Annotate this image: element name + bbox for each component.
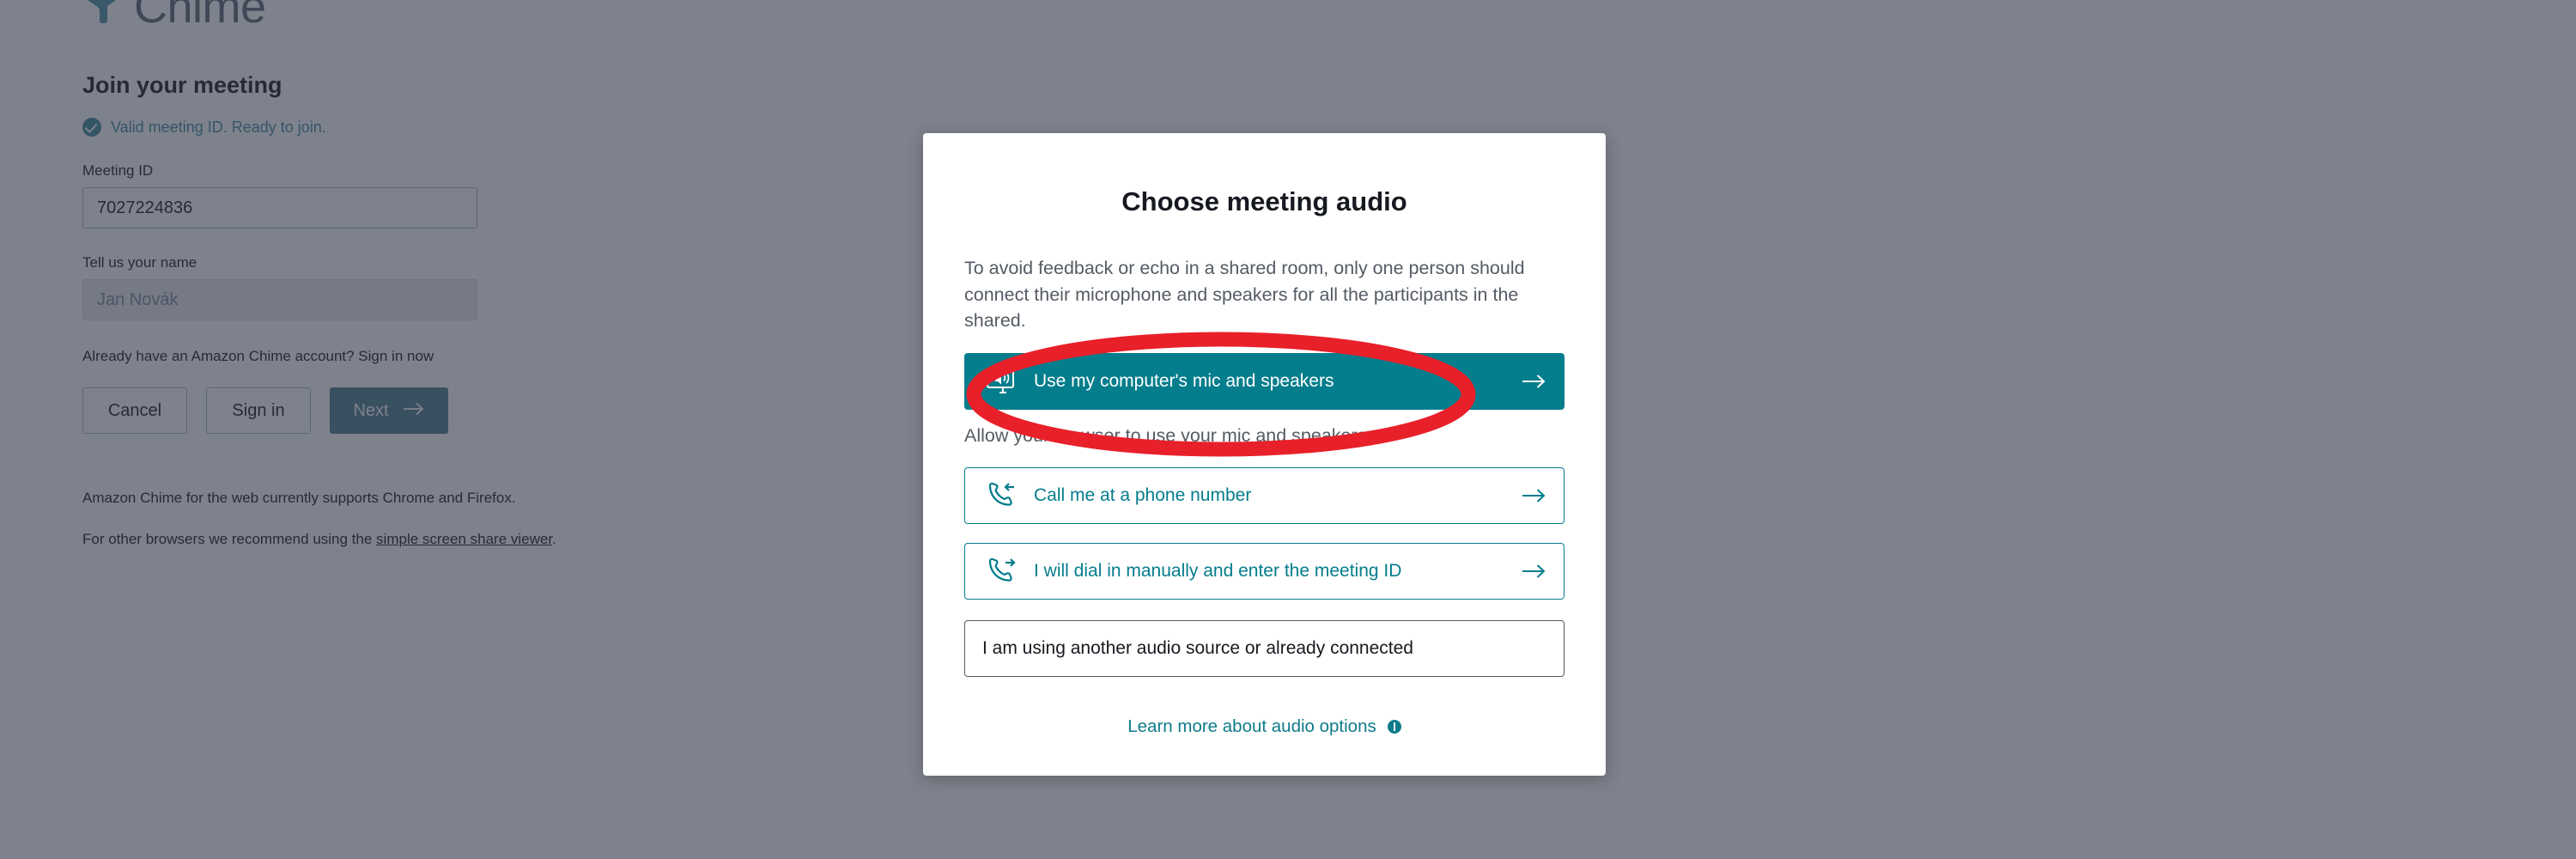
arrow-right-icon [1521, 564, 1546, 579]
phone-incoming-icon [982, 482, 1020, 509]
dialog-title: Choose meeting audio [1121, 186, 1407, 216]
learn-more-link[interactable]: Learn more about audio options [964, 716, 1564, 737]
allow-browser-text: Allow your browser to use your mic and s… [964, 424, 1367, 446]
dial-in-button[interactable]: I will dial in manually and enter the me… [964, 542, 1564, 600]
other-audio-source-label: I am using another audio source or alrea… [982, 637, 1413, 658]
call-me-button[interactable]: Call me at a phone number [964, 466, 1564, 524]
dial-in-label: I will dial in manually and enter the me… [1034, 560, 1402, 581]
other-audio-source-button[interactable]: I am using another audio source or alrea… [964, 619, 1564, 677]
arrow-right-icon [1521, 374, 1546, 389]
arrow-right-icon [1521, 488, 1546, 503]
info-icon [1387, 719, 1401, 734]
use-computer-audio-label: Use my computer's mic and speakers [1034, 370, 1334, 391]
choose-meeting-audio-dialog: Choose meeting audio To avoid feedback o… [923, 133, 1606, 776]
monitor-speaker-icon [982, 368, 1020, 394]
dialog-description: To avoid feedback or echo in a shared ro… [964, 258, 1525, 332]
screen: Chime Join your meeting Valid meeting ID… [0, 0, 2576, 859]
learn-more-label: Learn more about audio options [1127, 716, 1376, 736]
phone-outgoing-icon [982, 557, 1020, 585]
call-me-label: Call me at a phone number [1034, 484, 1252, 505]
use-computer-audio-button[interactable]: Use my computer's mic and speakers [964, 352, 1564, 410]
